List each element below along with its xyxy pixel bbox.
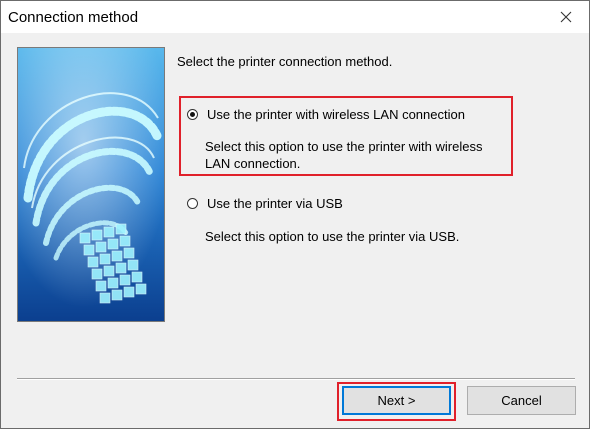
instruction-text: Select the printer connection method. <box>177 54 393 69</box>
radio-selected-icon[interactable] <box>187 109 198 120</box>
next-button[interactable]: Next > <box>342 386 451 415</box>
footer-separator <box>17 378 575 380</box>
cancel-button[interactable]: Cancel <box>467 386 576 415</box>
connection-method-dialog: Connection method Select the printer con… <box>0 0 590 429</box>
usb-option-label: Use the printer via USB <box>207 196 343 211</box>
close-button[interactable] <box>543 1 589 33</box>
title-bar: Connection method <box>1 1 589 33</box>
wireless-spiral-illustration <box>17 47 165 322</box>
wireless-lan-option[interactable]: Use the printer with wireless LAN connec… <box>187 107 465 122</box>
wireless-lan-option-label: Use the printer with wireless LAN connec… <box>207 107 465 122</box>
close-icon <box>560 11 572 23</box>
window-title: Connection method <box>8 9 139 26</box>
usb-option[interactable]: Use the printer via USB <box>187 196 343 211</box>
radio-unselected-icon[interactable] <box>187 198 198 209</box>
wireless-lan-option-description: Select this option to use the printer wi… <box>205 139 483 171</box>
usb-option-description: Select this option to use the printer vi… <box>205 229 460 244</box>
